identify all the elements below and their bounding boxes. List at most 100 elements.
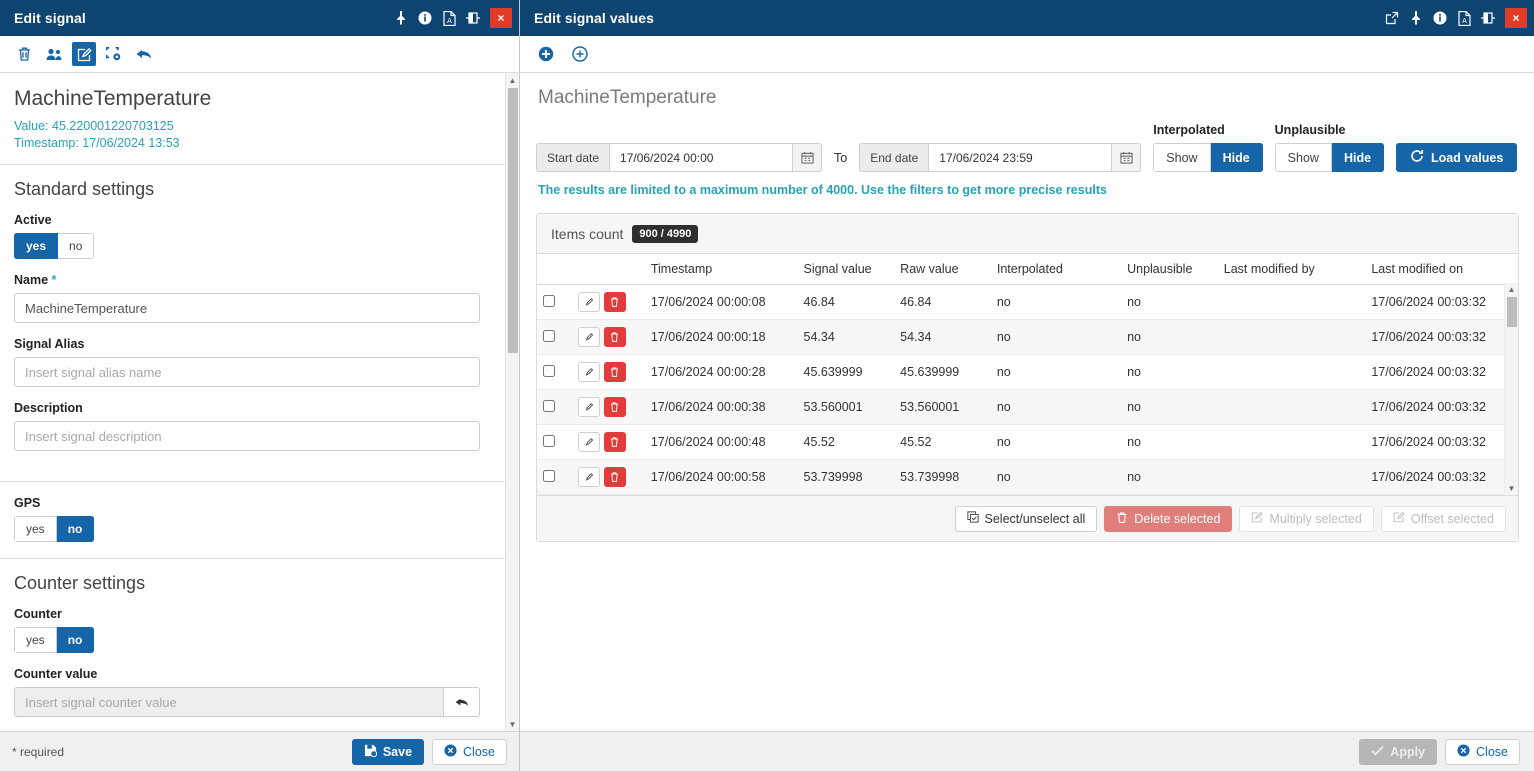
cell-last-modified-on: 17/06/2024 00:03:32 [1365,354,1518,390]
add-interval-icon[interactable] [568,42,592,66]
select-unselect-all-button[interactable]: Select/unselect all [954,505,1098,532]
row-select-cell[interactable] [537,284,572,320]
description-input[interactable] [14,421,480,451]
pin-icon[interactable] [1405,5,1427,31]
split-view-icon[interactable] [1477,5,1499,31]
counter-no-option[interactable]: no [56,627,95,653]
col-last-modified-by[interactable]: Last modified by [1217,254,1366,285]
info-icon[interactable] [414,5,436,31]
pin-icon[interactable] [390,5,412,31]
row-select-cell[interactable] [537,389,572,425]
row-delete-icon[interactable] [603,292,626,312]
row-checkbox[interactable] [543,434,555,447]
row-checkbox[interactable] [543,294,555,307]
counter-yes-option[interactable]: yes [14,627,57,653]
row-edit-icon[interactable] [577,397,600,417]
row-edit-icon[interactable] [577,327,600,347]
row-delete-icon[interactable] [603,397,626,417]
unplausible-show-option[interactable]: Show [1274,143,1332,172]
table-scroll-up-icon[interactable]: ▲ [1505,283,1518,296]
end-date-calendar-icon[interactable] [1111,143,1142,172]
close-button[interactable]: Close [1445,738,1520,765]
table-row[interactable]: 17/06/2024 00:00:38 53.560001 53.560001 no n… [537,389,1518,425]
start-date-input[interactable] [609,143,793,172]
apply-button[interactable]: Apply [1359,738,1438,765]
active-no-option[interactable]: no [58,233,95,259]
counter-value-reset-icon[interactable] [444,687,480,717]
values-table-scrollbar[interactable]: ▲ ▼ [1504,283,1518,495]
table-scroll-down-icon[interactable]: ▼ [1505,482,1518,495]
split-view-icon[interactable] [462,5,484,31]
table-row[interactable]: 17/06/2024 00:00:48 45.52 45.52 no no 17/06/2… [537,424,1518,460]
delete-selected-button[interactable]: Delete selected [1104,505,1233,532]
row-delete-icon[interactable] [603,432,626,452]
row-select-cell[interactable] [537,319,572,355]
scroll-thumb[interactable] [508,88,518,353]
configure-icon[interactable] [102,42,126,66]
row-edit-icon[interactable] [577,432,600,452]
row-select-cell[interactable] [537,354,572,390]
start-date-calendar-icon[interactable] [792,143,823,172]
scroll-up-icon[interactable]: ▲ [506,73,519,87]
save-button[interactable]: Save [351,738,425,765]
signal-name-heading: MachineTemperature [14,87,212,110]
pdf-icon[interactable]: A [438,5,460,31]
popout-icon[interactable] [1381,5,1403,31]
gps-no-option[interactable]: no [56,516,95,542]
edit-signal-values-titlebar-icons: A × [1381,5,1530,31]
info-icon[interactable] [1429,5,1451,31]
cell-interpolated: no [990,319,1122,355]
col-timestamp[interactable]: Timestamp [644,254,798,285]
counter-toggle[interactable]: yes no [14,627,95,653]
multiply-selected-button[interactable]: Multiply selected [1239,505,1374,532]
row-checkbox[interactable] [543,329,555,342]
load-values-button[interactable]: Load values [1396,143,1518,172]
unplausible-toggle[interactable]: Show Hide [1274,143,1385,172]
row-delete-icon[interactable] [603,362,626,382]
table-row[interactable]: 17/06/2024 00:00:18 54.34 54.34 no no 17/06/2… [537,319,1518,355]
gps-yes-option[interactable]: yes [14,516,57,542]
interpolated-hide-option[interactable]: Hide [1210,143,1263,172]
delete-icon[interactable] [12,42,36,66]
row-delete-icon[interactable] [603,467,626,487]
gps-toggle[interactable]: yes no [14,516,95,542]
left-panel-scrollbar[interactable]: ▲ ▼ [505,73,519,731]
row-edit-icon[interactable] [577,467,600,487]
offset-selected-button[interactable]: Offset selected [1380,505,1506,532]
active-yes-option[interactable]: yes [14,233,59,259]
col-interpolated[interactable]: Interpolated [990,254,1122,285]
row-checkbox[interactable] [543,469,555,482]
row-select-cell[interactable] [537,424,572,460]
col-last-modified-on[interactable]: Last modified on [1365,254,1518,285]
interpolated-toggle[interactable]: Show Hide [1153,143,1263,172]
edit-icon[interactable] [72,42,96,66]
table-row[interactable]: 17/06/2024 00:00:08 46.84 46.84 no no 17/06/2… [537,284,1518,320]
col-signal-value[interactable]: Signal value [797,254,895,285]
pdf-icon[interactable]: A [1453,5,1475,31]
add-value-icon[interactable] [534,42,558,66]
table-row[interactable]: 17/06/2024 00:00:28 45.639999 45.639999 no n… [537,354,1518,390]
name-input[interactable] [14,293,480,323]
row-edit-icon[interactable] [577,362,600,382]
scroll-down-icon[interactable]: ▼ [506,717,519,731]
table-row[interactable]: 17/06/2024 00:00:58 53.739998 53.739998 no n… [537,459,1518,495]
row-checkbox[interactable] [543,364,555,377]
close-button[interactable]: Close [432,738,507,765]
users-icon[interactable] [42,42,66,66]
row-checkbox[interactable] [543,399,555,412]
close-icon[interactable]: × [490,8,512,28]
row-edit-icon[interactable] [577,292,600,312]
interpolated-show-option[interactable]: Show [1153,143,1211,172]
active-toggle[interactable]: yes no [14,233,95,259]
row-delete-icon[interactable] [603,327,626,347]
signal-alias-input[interactable] [14,357,480,387]
row-select-cell[interactable] [537,459,572,495]
col-raw-value[interactable]: Raw value [894,254,991,285]
end-date-input[interactable] [928,143,1112,172]
close-icon[interactable]: × [1505,8,1527,28]
unplausible-hide-option[interactable]: Hide [1331,143,1385,172]
counter-value-input[interactable] [14,687,444,717]
col-unplausible[interactable]: Unplausible [1121,254,1218,285]
undo-icon[interactable] [132,42,156,66]
table-scroll-thumb[interactable] [1507,297,1517,327]
